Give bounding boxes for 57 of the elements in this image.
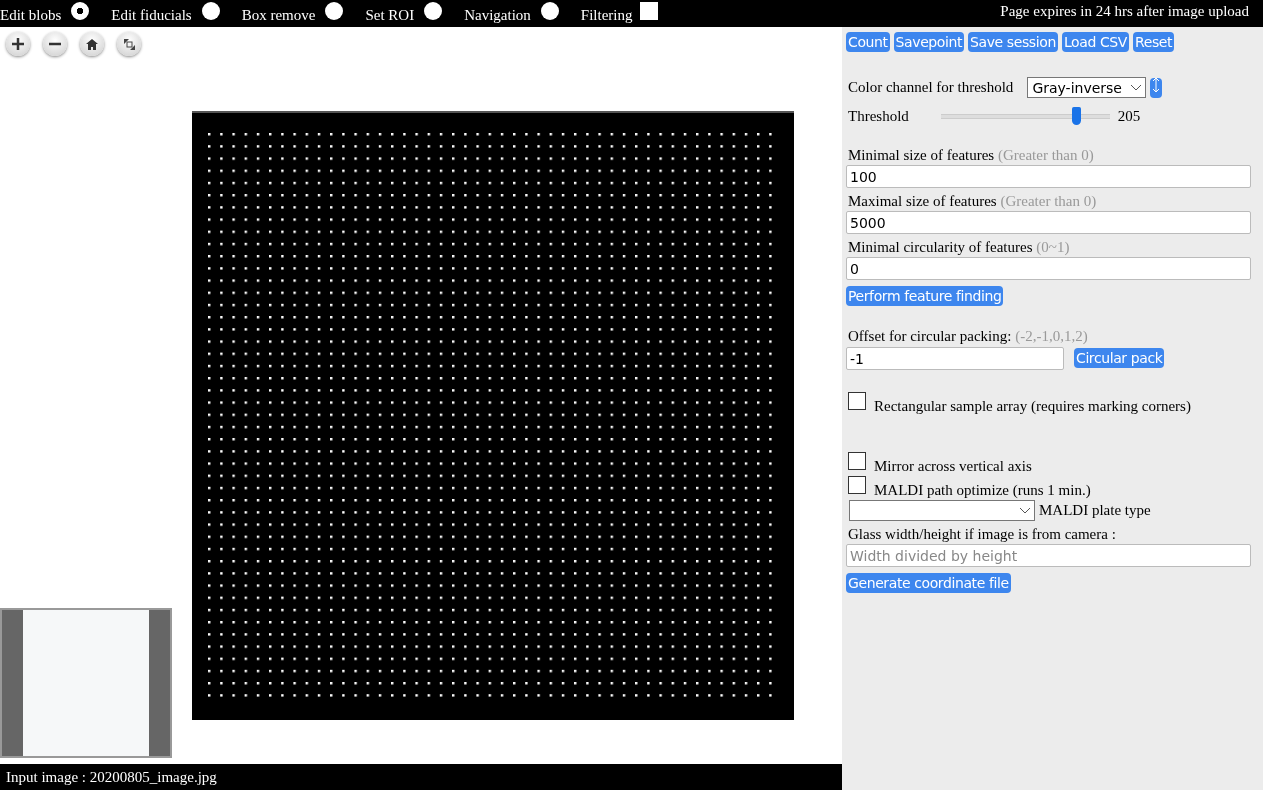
zoom-out-button[interactable] <box>43 32 67 56</box>
mode-radio[interactable] <box>201 1 220 20</box>
field-label: Maximal size of features (Greater than 0) <box>847 193 1098 210</box>
input-image-label: Input image : 20200805_image.jpg <box>6 768 217 786</box>
field-label: MALDI plate type <box>1039 502 1151 519</box>
option-checkbox[interactable] <box>848 476 866 494</box>
zoom-in-button[interactable] <box>6 32 30 56</box>
mode-checkbox[interactable] <box>640 1 659 20</box>
expiry-notice: Page expires in 24 hrs after image upload <box>1000 3 1249 20</box>
field-label: Color channel for threshold <box>847 79 1014 96</box>
up-down-arrow-icon <box>1153 77 1160 92</box>
minimap[interactable] <box>0 608 172 758</box>
home-button[interactable] <box>80 32 104 56</box>
option-checkbox[interactable] <box>848 452 866 470</box>
mode-radio[interactable] <box>424 1 443 20</box>
number-field[interactable]: 0 <box>846 257 1251 280</box>
threshold-value: 205 <box>1117 107 1141 125</box>
option-checkbox[interactable] <box>848 392 866 410</box>
chevron-down-icon <box>1131 84 1142 91</box>
option-label: Rectangular sample array (requires marking corners) <box>874 398 1191 415</box>
swap-button[interactable] <box>1150 77 1163 98</box>
generate-file-button[interactable]: Generate coordinate file <box>846 573 1011 593</box>
mode-radio[interactable] <box>71 1 90 20</box>
field-label: Threshold <box>847 107 909 125</box>
circular-pack-button[interactable]: Circular pack <box>1074 348 1165 368</box>
mode-label: Box remove <box>241 7 316 24</box>
fullscreen-icon <box>123 38 135 50</box>
plate-type-dropdown[interactable] <box>849 500 1035 521</box>
slider-thumb[interactable] <box>1072 107 1081 125</box>
toolbar-button[interactable]: Savepoint <box>893 32 965 52</box>
ratio-field[interactable]: Width divided by height <box>846 544 1251 567</box>
toolbar-button[interactable]: Load CSV <box>1061 32 1129 52</box>
chevron-down-icon <box>1020 507 1030 514</box>
toolbar-button[interactable]: Reset <box>1132 32 1175 52</box>
mode-label: Navigation <box>464 7 531 24</box>
mode-label: Edit fiducials <box>111 7 192 24</box>
home-icon <box>86 38 98 50</box>
number-field[interactable]: 100 <box>846 165 1251 188</box>
field-label: Minimal size of features (Greater than 0) <box>847 147 1095 164</box>
fullscreen-button[interactable] <box>117 32 141 56</box>
plus-icon <box>11 37 25 51</box>
channel-dropdown[interactable]: Gray-inverse <box>1027 77 1147 98</box>
number-field[interactable]: 5000 <box>846 211 1251 234</box>
field-label: Glass width/height if image is from camera : <box>847 526 1117 543</box>
option-label: MALDI path optimize (runs 1 min.) <box>874 482 1091 499</box>
offset-field[interactable]: -1 <box>846 347 1064 370</box>
toolbar-button[interactable]: Count <box>846 32 890 52</box>
mode-label: Set ROI <box>365 7 415 24</box>
field-label: Offset for circular packing: (-2,-1,0,1,2) <box>847 328 1089 345</box>
option-label: Mirror across vertical axis <box>874 458 1032 475</box>
find-features-button[interactable]: Perform feature finding <box>846 286 1004 306</box>
mode-label: Edit blobs <box>0 7 62 24</box>
toolbar-button[interactable]: Save session <box>968 32 1058 52</box>
mode-radio[interactable] <box>540 1 559 20</box>
field-label: Minimal circularity of features (0~1) <box>847 239 1071 256</box>
mode-label: Filtering <box>580 7 633 24</box>
mode-radio[interactable] <box>325 1 344 20</box>
